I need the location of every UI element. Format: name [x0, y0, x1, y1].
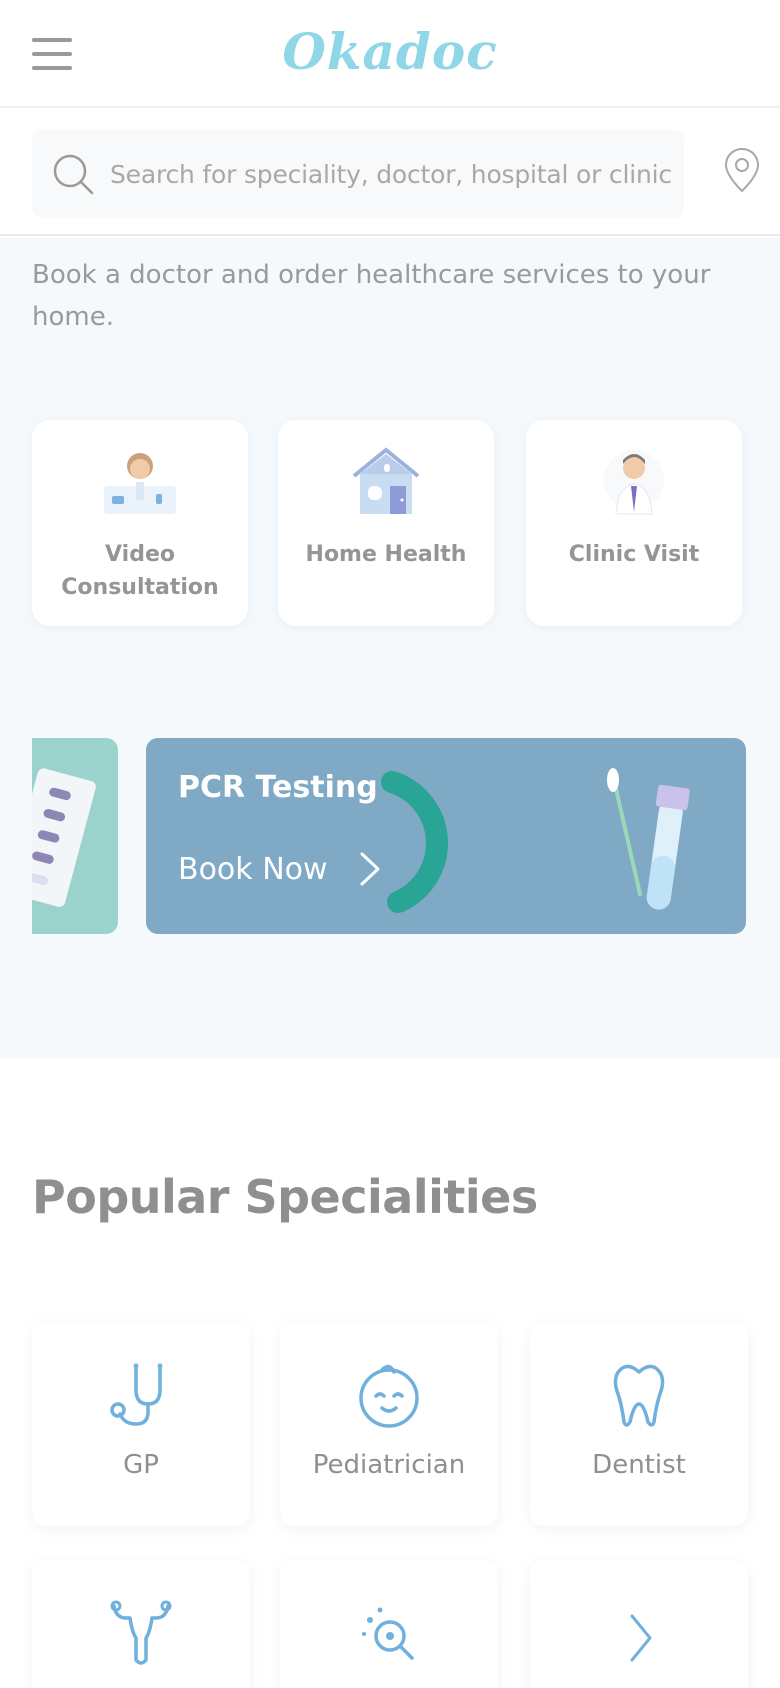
speciality-card-gp[interactable]: GP [32, 1322, 250, 1526]
speciality-card-more[interactable] [530, 1560, 748, 1688]
service-label: Home Health [305, 542, 467, 567]
clinic-doctor-icon [604, 450, 664, 515]
tooth-icon [613, 1364, 665, 1427]
baby-face-icon [359, 1364, 419, 1428]
search-bar-row [0, 110, 780, 236]
dermatology-magnifier-icon [362, 1607, 414, 1660]
service-label: Clinic Visit [568, 542, 700, 567]
book-now-link[interactable]: Book Now [178, 852, 328, 887]
section-title-popular-specialities: Popular Specialities [32, 1170, 538, 1224]
stethoscope-icon [110, 1363, 163, 1426]
pcr-testing-banner[interactable]: PCR Testing Book Now [146, 738, 746, 934]
location-pin-icon[interactable] [722, 146, 762, 194]
speciality-card-pediatrician[interactable]: Pediatrician [280, 1322, 498, 1526]
search-input[interactable] [110, 144, 684, 204]
speciality-label: Dentist [592, 1450, 686, 1480]
service-card-home-health[interactable]: Home Health [278, 420, 494, 626]
pharmacy-banner-partial[interactable] [32, 738, 118, 934]
chevron-right-icon [630, 1614, 652, 1662]
speciality-label: GP [123, 1450, 159, 1480]
house-icon [352, 447, 420, 514]
chevron-right-icon [360, 852, 380, 886]
test-tube-swab-icon [607, 768, 690, 910]
video-consultation-doctor-icon [104, 453, 176, 514]
search-icon [53, 154, 94, 195]
service-card-video-consultation[interactable]: Video Consultation [32, 420, 248, 626]
app-header: Okadoc [0, 0, 780, 108]
speciality-label: Pediatrician [312, 1450, 466, 1480]
hero-tagline: Book a doctor and order healthcare servi… [32, 260, 711, 332]
speciality-card-gynecology[interactable] [32, 1560, 250, 1688]
search-box[interactable] [32, 130, 684, 218]
hero-section: Book a doctor and order healthcare servi… [0, 238, 780, 1058]
speciality-card-dermatology[interactable] [280, 1560, 498, 1688]
uterus-icon [110, 1600, 172, 1665]
logo[interactable]: Okadoc [0, 22, 780, 81]
service-card-clinic-visit[interactable]: Clinic Visit [526, 420, 742, 626]
decorative-arc-icon [381, 771, 448, 913]
banner-title: PCR Testing [178, 770, 378, 805]
speciality-card-dentist[interactable]: Dentist [530, 1322, 748, 1526]
service-label: Video Consultation [61, 542, 219, 600]
pill-blister-icon [32, 768, 96, 907]
